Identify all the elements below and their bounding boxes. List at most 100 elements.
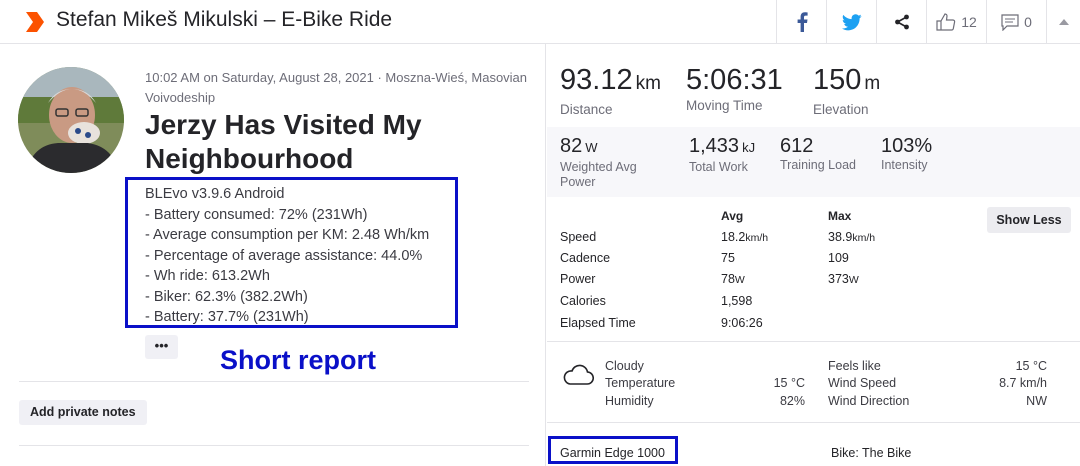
max-value: 373: [828, 272, 849, 286]
stat-training-load: 612 Training Load: [780, 134, 856, 173]
more-description-button[interactable]: •••: [145, 335, 178, 359]
row-max: 38.9km/h: [828, 230, 875, 244]
total-work-unit: kJ: [742, 140, 756, 155]
bike-name[interactable]: Bike: The Bike: [831, 446, 911, 460]
avg-unit: W: [734, 274, 745, 286]
row-avg: 9:06:26: [721, 316, 763, 330]
table-row: Power 78W 373W: [560, 272, 1060, 293]
max-column-header: Max: [828, 209, 852, 223]
comment-button[interactable]: 0: [986, 0, 1046, 44]
temperature-label: Temperature: [605, 376, 676, 390]
weighted-power-value: 82: [560, 135, 583, 157]
training-load-value: 612: [780, 135, 814, 157]
weighted-power-label: Weighted Avg Power: [560, 160, 637, 189]
stat-elevation: 150 m Elevation: [813, 64, 880, 117]
avatar-photo: [18, 67, 124, 173]
activity-title: Stefan Mikeš Mikulski – E-Bike Ride: [56, 8, 393, 31]
athlete-avatar[interactable]: [18, 67, 124, 173]
avg-value: 1,598: [721, 294, 753, 308]
max-unit: W: [848, 274, 859, 286]
row-max: 373W: [828, 272, 859, 286]
total-work-label: Total Work: [689, 160, 748, 174]
activity-summary: 10:02 AM on Saturday, August 28, 2021 · …: [0, 44, 546, 466]
activity-meta: 10:02 AM on Saturday, August 28, 2021 · …: [145, 70, 528, 105]
temperature-value: 15 °C: [773, 376, 805, 390]
kudos-count: 12: [961, 14, 977, 30]
table-row: Elapsed Time 9:06:26: [560, 316, 1060, 337]
feels-like-label: Feels like: [828, 359, 881, 373]
stat-moving-time: 5:06:31 Moving Time: [686, 64, 783, 113]
row-avg: 75: [721, 251, 735, 265]
elevation-unit: m: [864, 73, 881, 94]
short-report-annotation: Short report: [220, 345, 377, 375]
wind-direction-label: Wind Direction: [828, 394, 910, 408]
weather-condition: Cloudy: [605, 359, 644, 373]
wind-direction-value: NW: [1026, 394, 1047, 408]
table-row: Calories 1,598: [560, 294, 1060, 315]
max-value: 109: [828, 251, 849, 265]
avg-column-header: Avg: [721, 209, 744, 223]
weighted-power-unit: W: [585, 140, 598, 155]
divider: [19, 381, 529, 382]
humidity-value: 82%: [779, 394, 805, 408]
max-value: 38.9: [828, 230, 853, 244]
twitter-share-button[interactable]: [826, 0, 876, 44]
header-actions: 12 0: [776, 0, 1080, 44]
row-avg: 78W: [721, 272, 745, 286]
add-private-notes-button[interactable]: Add private notes: [19, 400, 147, 425]
elevation-label: Elevation: [813, 102, 869, 117]
device-highlight: [548, 436, 678, 464]
cloud-icon: [563, 364, 594, 385]
strava-chevron-icon: [26, 12, 44, 32]
intensity-value: 103%: [881, 135, 933, 157]
moving-time-value: 5:06:31: [686, 64, 783, 96]
stat-distance: 93.12 km Distance: [560, 64, 661, 117]
caret-up-icon: [1058, 19, 1069, 25]
distance-value: 93.12: [560, 64, 633, 96]
feels-like-value: 15 °C: [1015, 359, 1047, 373]
row-max: 109: [828, 251, 849, 265]
divider: [547, 422, 1080, 423]
avg-value: 78: [721, 272, 735, 286]
short-report-highlight: [125, 177, 458, 328]
twitter-icon: [841, 13, 862, 30]
humidity-label: Humidity: [605, 394, 654, 408]
avg-unit: km/h: [745, 232, 769, 244]
elevation-value: 150: [813, 64, 862, 96]
divider: [547, 341, 1080, 342]
row-avg: 18.2km/h: [721, 230, 768, 244]
avg-value: 75: [721, 251, 735, 265]
row-label: Speed: [560, 230, 597, 244]
distance-label: Distance: [560, 102, 613, 117]
facebook-icon: [797, 12, 808, 32]
training-load-label: Training Load: [780, 158, 856, 172]
comment-icon: [1001, 13, 1019, 31]
table-row: Speed 18.2km/h 38.9km/h: [560, 230, 1060, 251]
share-button[interactable]: [876, 0, 926, 44]
stat-total-work: 1,433 kJ Total Work: [689, 134, 755, 175]
activity-name: Jerzy Has Visited My Neighbourhood: [145, 109, 422, 174]
stat-weighted-power: 82 W Weighted Avg Power: [560, 134, 670, 190]
avg-value: 18.2: [721, 230, 746, 244]
wind-speed-value: 8.7 km/h: [999, 376, 1047, 390]
activity-stats: 93.12 km Distance 5:06:31 Moving Time 150…: [547, 44, 1080, 466]
row-avg: 1,598: [721, 294, 752, 308]
avg-value: 9:06:26: [721, 316, 763, 330]
table-row: Cadence 75 109: [560, 251, 1060, 272]
row-label: Elapsed Time: [560, 316, 636, 330]
row-label: Calories: [560, 294, 606, 308]
collapse-button[interactable]: [1046, 0, 1080, 44]
moving-time-label: Moving Time: [686, 98, 763, 113]
stat-intensity: 103% Intensity: [881, 134, 932, 173]
wind-speed-label: Wind Speed: [828, 376, 897, 390]
secondary-stats: 82 W Weighted Avg Power 1,433 kJ Total Wor…: [547, 127, 1080, 197]
total-work-value: 1,433: [689, 135, 740, 157]
distance-unit: km: [635, 73, 661, 94]
row-label: Power: [560, 272, 596, 286]
facebook-share-button[interactable]: [776, 0, 826, 44]
row-label: Cadence: [560, 251, 611, 265]
kudos-button[interactable]: 12: [926, 0, 986, 44]
intensity-label: Intensity: [881, 158, 928, 172]
max-unit: km/h: [852, 232, 876, 244]
comment-count: 0: [1024, 14, 1032, 30]
